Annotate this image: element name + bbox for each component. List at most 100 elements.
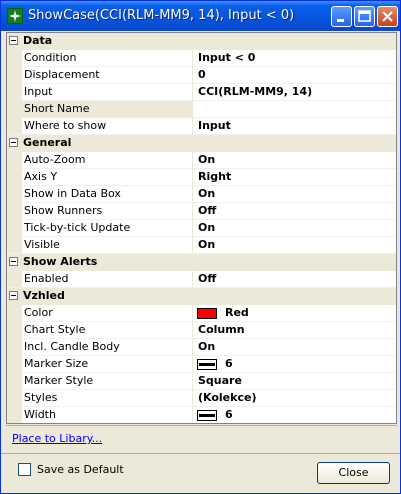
property-value-text: On — [198, 340, 216, 353]
property-value-text: CCI(RLM-MM9, 14) — [198, 85, 313, 98]
property-name: Chart Style — [22, 322, 193, 338]
property-row-marker-style[interactable]: Marker Style Square — [7, 372, 396, 390]
row-gutter — [7, 83, 22, 100]
property-name: Marker Style — [22, 373, 193, 389]
property-value[interactable]: On — [194, 186, 394, 202]
property-value[interactable]: On — [194, 237, 394, 253]
row-gutter — [7, 389, 22, 406]
save-as-default-checkbox[interactable] — [18, 463, 31, 476]
maximize-button[interactable] — [354, 6, 375, 27]
property-name: Marker Size — [22, 356, 193, 372]
property-row-displacement[interactable]: Displacement 0 — [7, 66, 396, 84]
category-show-alerts[interactable]: Show Alerts — [7, 254, 396, 271]
app-icon — [7, 8, 23, 24]
minimize-button[interactable] — [331, 6, 352, 27]
property-row-show-in-data-box[interactable]: Show in Data Box On — [7, 185, 396, 203]
property-name: Tick-by-tick Update — [22, 220, 193, 236]
color-swatch — [197, 308, 217, 319]
property-row-enabled[interactable]: Enabled Off — [7, 270, 396, 288]
property-row-condition[interactable]: Condition Input < 0 — [7, 49, 396, 67]
property-name: Show in Data Box — [22, 186, 193, 202]
property-name: Color — [22, 305, 193, 321]
property-value-text: Square — [198, 374, 242, 387]
property-row-auto-zoom[interactable]: Auto-Zoom On — [7, 151, 396, 169]
property-value[interactable]: 6 — [194, 356, 394, 372]
close-window-button[interactable] — [377, 6, 398, 27]
property-value[interactable]: On — [194, 339, 394, 355]
category-label: Show Alerts — [23, 255, 98, 268]
dialog-window: ShowCase(CCI(RLM-MM9, 14), Input < 0) Da… — [0, 0, 401, 494]
row-gutter — [7, 372, 22, 389]
property-value-text: Red — [225, 306, 249, 319]
property-value[interactable]: Off — [194, 271, 394, 287]
property-value[interactable]: 0 — [194, 67, 394, 83]
property-value[interactable] — [194, 101, 394, 117]
property-name: Where to show — [22, 118, 193, 134]
property-value[interactable]: Red — [194, 305, 394, 321]
property-value[interactable]: Input — [194, 118, 394, 134]
property-value-text: Off — [198, 204, 217, 217]
row-gutter — [7, 338, 22, 355]
property-value-text: 6 — [225, 357, 233, 370]
minimize-icon — [337, 19, 344, 22]
property-value[interactable]: Column — [194, 322, 394, 338]
property-value-text: On — [198, 238, 216, 251]
line-width-icon — [197, 410, 217, 421]
property-name: Show Runners — [22, 203, 193, 219]
row-gutter — [7, 168, 22, 185]
property-name: Visible — [22, 237, 193, 253]
row-gutter — [7, 219, 22, 236]
property-value[interactable]: 6 — [194, 407, 394, 423]
collapse-icon[interactable] — [9, 138, 18, 147]
property-name: Width — [22, 407, 193, 423]
property-row-tick-by-tick-update[interactable]: Tick-by-tick Update On — [7, 219, 396, 237]
category-label: Vzhled — [23, 289, 65, 302]
category-general[interactable]: General — [7, 135, 396, 152]
property-row-incl-candle-body[interactable]: Incl. Candle Body On — [7, 338, 396, 356]
row-gutter — [7, 202, 22, 219]
property-value[interactable]: (Kolekce) — [194, 390, 394, 406]
property-value-text: Input — [198, 119, 231, 132]
property-name: Auto-Zoom — [22, 152, 193, 168]
property-row-chart-style[interactable]: Chart Style Column — [7, 321, 396, 339]
property-row-width[interactable]: Width 6 — [7, 406, 396, 423]
property-row-styles[interactable]: Styles (Kolekce) — [7, 389, 396, 407]
save-as-default-label[interactable]: Save as Default — [37, 463, 124, 476]
property-row-show-runners[interactable]: Show Runners Off — [7, 202, 396, 220]
property-row-marker-size[interactable]: Marker Size 6 — [7, 355, 396, 373]
title-bar[interactable]: ShowCase(CCI(RLM-MM9, 14), Input < 0) — [1, 1, 400, 31]
property-row-input[interactable]: Input CCI(RLM-MM9, 14) — [7, 83, 396, 101]
property-name: Enabled — [22, 271, 193, 287]
property-value[interactable]: Off — [194, 203, 394, 219]
property-value-text: Right — [198, 170, 232, 183]
property-value[interactable]: On — [194, 152, 394, 168]
property-row-short-name[interactable]: Short Name — [7, 100, 396, 118]
property-value[interactable]: Input < 0 — [194, 50, 394, 66]
row-gutter — [7, 185, 22, 202]
collapse-icon[interactable] — [9, 36, 18, 45]
property-row-where-to-show[interactable]: Where to show Input — [7, 117, 396, 135]
close-button[interactable]: Close — [317, 462, 390, 484]
window-title: ShowCase(CCI(RLM-MM9, 14), Input < 0) — [28, 8, 295, 23]
property-name: Styles — [22, 390, 193, 406]
row-gutter — [7, 100, 22, 117]
collapse-icon[interactable] — [9, 257, 18, 266]
place-to-library-link[interactable]: Place to Libary... — [12, 432, 102, 445]
category-label: General — [23, 136, 72, 149]
property-row-axis-y[interactable]: Axis Y Right — [7, 168, 396, 186]
property-value[interactable]: CCI(RLM-MM9, 14) — [194, 84, 394, 100]
collapse-icon[interactable] — [9, 291, 18, 300]
row-gutter — [7, 321, 22, 338]
property-row-visible[interactable]: Visible On — [7, 236, 396, 254]
property-name: Input — [22, 84, 193, 100]
property-name: Axis Y — [22, 169, 193, 185]
property-value[interactable]: Square — [194, 373, 394, 389]
category-data[interactable]: Data — [7, 33, 396, 50]
property-row-color[interactable]: Color Red — [7, 304, 396, 322]
property-value-text: Column — [198, 323, 245, 336]
property-value[interactable]: Right — [194, 169, 394, 185]
property-value-text: 6 — [225, 408, 233, 421]
category-vzhled[interactable]: Vzhled — [7, 288, 396, 305]
row-gutter — [7, 66, 22, 83]
property-value[interactable]: On — [194, 220, 394, 236]
